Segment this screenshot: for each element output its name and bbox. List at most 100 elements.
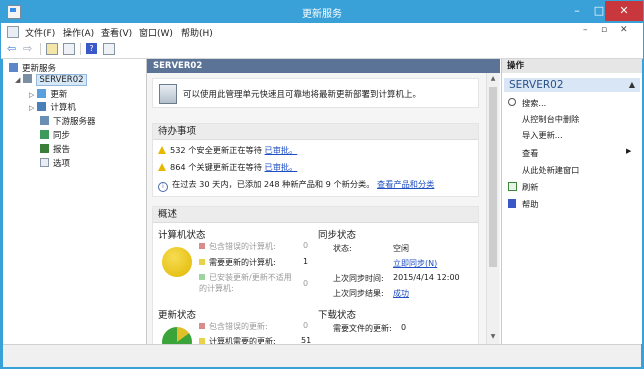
legend-ok-swatch [199,274,205,280]
scroll-down-icon[interactable]: ▼ [489,333,497,342]
reports-icon [40,144,49,153]
tree-item-downstream-servers[interactable]: 下游服务器 [40,115,96,127]
console-menu-icon[interactable] [7,26,19,38]
last-sync-time-value: 2015/4/14 12:00 [393,273,460,282]
action-remove-from-console[interactable]: 从控制台中删除 [522,113,579,125]
computer-status-title: 计算机状态 [158,230,206,241]
toolbar-separator [80,43,81,55]
close-button[interactable]: ✕ [605,1,643,21]
up-folder-icon[interactable] [46,43,58,55]
approved-link-security[interactable]: 已审批。 [265,145,298,155]
legend-computers-error: 包含错误的计算机: [199,241,276,252]
mdi-close-button[interactable]: ✕ [620,25,628,35]
intro-text: 可以使用此管理单元快速且可靠地将最新更新部署到计算机上。 [183,90,422,100]
actions-pane: 操作 SERVER02 ▲ 搜索... 从控制台中删除 导入更新... 查看 ▶… [501,59,642,344]
collapse-arrow-icon[interactable]: ◢ [15,76,20,84]
back-arrow-icon[interactable]: ⇦ [7,43,19,55]
submenu-arrow-icon: ▶ [626,147,632,155]
value-computers-ok: 0 [303,279,309,288]
forward-arrow-icon[interactable]: ⇨ [23,43,35,55]
legend-computers-needed: 需要更新的计算机: [199,257,276,268]
scroll-up-icon[interactable]: ▲ [489,75,497,84]
menu-action[interactable]: 操作(A) [63,26,94,39]
legend-error-swatch [199,323,205,329]
download-status-title: 下载状态 [318,310,357,321]
sync-icon [40,130,49,139]
help-icon[interactable]: ? [86,43,97,54]
result-pane-header: SERVER02 [147,59,500,73]
client-area: 更新服务 ◢ SERVER02 ▷ 更新 ▷ 计算机 下游服务器 同步 报告 选项 [3,59,642,357]
update-services-icon [9,63,18,72]
mdi-minimize-button[interactable]: – [583,25,588,35]
menu-window[interactable]: 窗口(W) [139,26,173,39]
result-pane: SERVER02 可以使用此管理单元快速且可靠地将最新更新部署到计算机上。 待办… [147,59,500,357]
title-bar: 更新服务 – □ ✕ [1,1,643,23]
computers-icon [37,102,47,111]
expand-arrow-icon[interactable]: ▷ [29,91,34,99]
legend-computers-ok: 已安装更新/更新不适用的计算机: [199,273,292,293]
status-bar [3,344,641,367]
server-icon [23,74,33,83]
info-icon: i [158,182,168,192]
overview-panel: 概述 计算机状态 包含错误的计算机: 0 需要更新的计算机: 1 已安装更新/更… [152,206,479,357]
sync-now-link[interactable]: 立即同步(N) [393,258,437,269]
action-new-window[interactable]: 从此处新建窗口 [522,164,579,176]
tree-server-node[interactable]: ◢ SERVER02 [15,74,87,86]
action-import-updates[interactable]: 导入更新... [522,129,563,141]
actions-header: 操作 [502,59,642,73]
tree-item-reports[interactable]: 报告 [40,143,70,155]
result-pane-scrollbar[interactable]: ▲ ▼ [486,73,499,344]
value-computers-needed: 1 [303,257,309,266]
mdi-restore-button[interactable]: ▫ [601,25,607,35]
download-needed-value: 0 [401,323,407,332]
action-refresh[interactable]: 刷新 [522,181,538,193]
expand-arrow-icon[interactable]: ▷ [29,104,34,112]
server-deploy-icon [159,84,177,104]
menu-view[interactable]: 查看(V) [101,26,132,39]
actions-section-server[interactable]: SERVER02 ▲ [504,78,640,92]
toolbar-separator [40,43,41,55]
options-icon [40,158,49,167]
action-search[interactable]: 搜索... [522,97,546,109]
help-icon [508,199,516,208]
console-tree: 更新服务 ◢ SERVER02 ▷ 更新 ▷ 计算机 下游服务器 同步 报告 选项 [3,59,147,344]
last-sync-result-label: 上次同步结果: [333,289,384,298]
download-needed-label: 需要文件的更新: [333,324,392,333]
legend-error-swatch [199,243,205,249]
todo-row-critical: 864 个关键更新正在等待 已审批。 [158,161,297,173]
view-products-link[interactable]: 查看产品和分类 [377,179,434,189]
last-sync-time-label: 上次同步时间: [333,274,384,283]
tree-item-updates[interactable]: ▷ 更新 [29,88,67,100]
updates-icon [37,89,47,98]
todo-row-new-products: i 在过去 30 天内，已添加 248 种新产品和 9 个新分类。 查看产品和分类 [158,178,434,192]
minimize-button[interactable]: – [567,1,587,21]
toolbar: ⇦ ⇨ ? [1,40,643,59]
approved-link-critical[interactable]: 已审批。 [265,162,298,172]
todo-row-security: 532 个安全更新正在等待 已审批。 [158,144,297,156]
todo-title: 待办事项 [153,124,478,140]
sync-status-title: 同步状态 [318,230,357,241]
show-hide-tree-icon[interactable] [63,43,75,55]
tree-item-options[interactable]: 选项 [40,157,70,169]
action-help[interactable]: 帮助 [522,198,538,210]
action-view[interactable]: 查看 [522,147,538,159]
menu-help[interactable]: 帮助(H) [181,26,213,39]
warning-icon [158,146,166,154]
menu-file[interactable]: 文件(F) [25,26,55,39]
value-computers-error: 0 [303,241,309,250]
section-collapse-icon[interactable]: ▲ [629,78,635,92]
update-status-title: 更新状态 [158,310,197,321]
show-hide-action-pane-icon[interactable] [103,43,115,55]
main-window: 更新服务 – □ ✕ 文件(F) 操作(A) 查看(V) 窗口(W) 帮助(H)… [0,0,644,369]
tree-item-computers[interactable]: ▷ 计算机 [29,101,76,113]
scrollbar-thumb[interactable] [489,87,497,267]
last-sync-result-link[interactable]: 成功 [393,288,409,299]
downstream-servers-icon [40,116,49,125]
warning-icon [158,163,166,171]
menu-bar: 文件(F) 操作(A) 查看(V) 窗口(W) 帮助(H) – ▫ ✕ [1,23,643,41]
legend-updates-error: 包含错误的更新: [199,321,268,332]
tree-item-synchronizations[interactable]: 同步 [40,129,70,141]
value-updates-error: 0 [303,321,309,330]
tree-root-update-services[interactable]: 更新服务 [9,62,56,74]
search-icon [508,98,516,106]
